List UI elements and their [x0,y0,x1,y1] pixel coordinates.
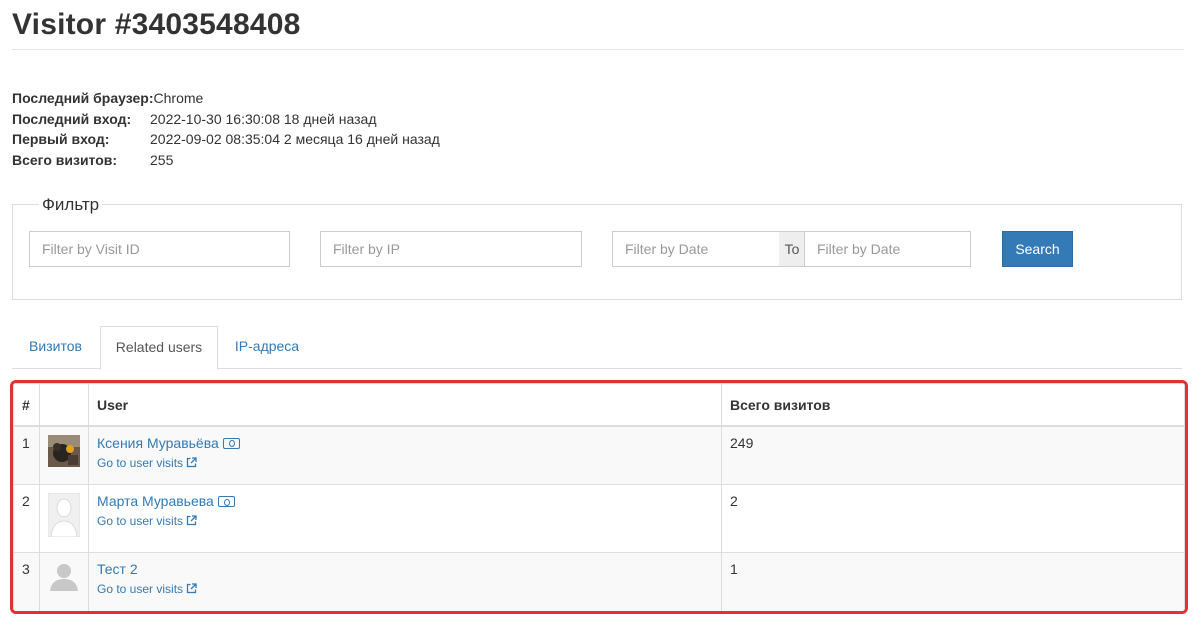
visitor-info: Последний браузер: Chrome Последний вход:… [12,88,440,170]
info-row-first-login: Первый вход: 2022-09-02 08:35:04 2 месяца… [12,129,440,150]
last-login-label: Последний вход: [12,110,132,127]
info-row-last-login: Последний вход: 2022-10-30 16:30:08 18 дн… [12,109,440,130]
header-total-visits: Всего визитов [721,383,1185,427]
last-browser-label: Последний браузер: [12,90,154,106]
last-browser-value: Chrome [153,90,204,106]
avatar-cell [39,552,89,611]
total-visits-cell: 249 [721,425,1185,485]
total-visits-label: Всего визитов: [12,151,118,168]
search-button[interactable]: Search [1002,231,1073,267]
tab-ip-addresses[interactable]: IP-адреса [219,326,315,369]
external-link-icon [186,456,197,467]
id-card-icon[interactable] [217,496,235,507]
go-to-user-visits-label: Go to user visits [97,514,184,528]
info-row-last-browser: Последний браузер: Chrome [12,88,440,109]
external-link-icon [186,515,197,526]
go-to-user-visits-link[interactable]: Go to user visits [97,582,713,596]
avatar [48,493,80,537]
tab-bar: Визитов Related users IP-адреса [12,326,1182,370]
total-visits-value: 255 [150,151,174,168]
id-card-icon[interactable] [222,437,240,449]
visit-id-filter-input[interactable] [29,231,290,267]
external-link-icon [186,583,197,594]
user-cell: Тест 2 Go to user visits [88,552,722,611]
date-from-filter-input[interactable] [612,231,780,267]
avatar-cell [39,484,89,553]
info-row-total-visits: Всего визитов: 255 [12,150,440,171]
page-title: Visitor #3403548408 [12,8,301,41]
row-number: 3 [13,552,40,611]
total-visits-cell: 2 [721,484,1185,553]
row-number: 2 [13,484,40,553]
filter-fieldset: Фильтр To Search [12,195,1182,300]
ip-filter-input[interactable] [320,231,582,267]
user-name-link[interactable]: Марта Муравьева [97,493,214,509]
go-to-user-visits-label: Go to user visits [97,582,184,596]
last-login-value: 2022-10-30 16:30:08 18 дней назад [150,110,377,127]
date-to-filter-input[interactable] [804,231,971,267]
go-to-user-visits-label: Go to user visits [97,455,184,470]
header-user: User [88,383,722,427]
table-row: 1 Ксения Муравьёва Go to user visits 249 [13,425,1185,485]
related-users-table-highlight: # User Всего визитов 1 Ксения Муравьёва … [10,380,1188,614]
table-row: 2 Марта Муравьева Go to user visits 2 [13,484,1185,553]
go-to-user-visits-link[interactable]: Go to user visits [97,514,713,528]
date-range-to-label: To [779,231,805,267]
avatar-cell [39,425,89,485]
first-login-label: Первый вход: [12,131,110,147]
tab-visits[interactable]: Визитов [12,326,99,369]
tab-related-users[interactable]: Related users [100,326,218,370]
go-to-user-visits-link[interactable]: Go to user visits [97,456,713,470]
avatar [50,564,78,591]
first-login-value: 2022-09-02 08:35:04 2 месяца 16 дней наз… [150,131,440,147]
user-name-link[interactable]: Ксения Муравьёва [97,435,219,451]
related-users-table: # User Всего визитов 1 Ксения Муравьёва … [13,383,1185,611]
avatar [48,434,80,467]
user-cell: Марта Муравьева Go to user visits [88,484,722,553]
table-header-row: # User Всего визитов [13,383,1185,427]
user-name-link[interactable]: Тест 2 [97,561,138,577]
filter-legend: Фильтр [39,195,103,215]
total-visits-cell: 1 [721,552,1185,611]
user-cell: Ксения Муравьёва Go to user visits [88,425,722,485]
header-number: # [13,383,40,427]
table-row: 3 Тест 2 Go to user visits 1 [13,552,1185,611]
header-avatar [39,383,89,427]
row-number: 1 [13,425,40,485]
title-divider [12,49,1184,50]
